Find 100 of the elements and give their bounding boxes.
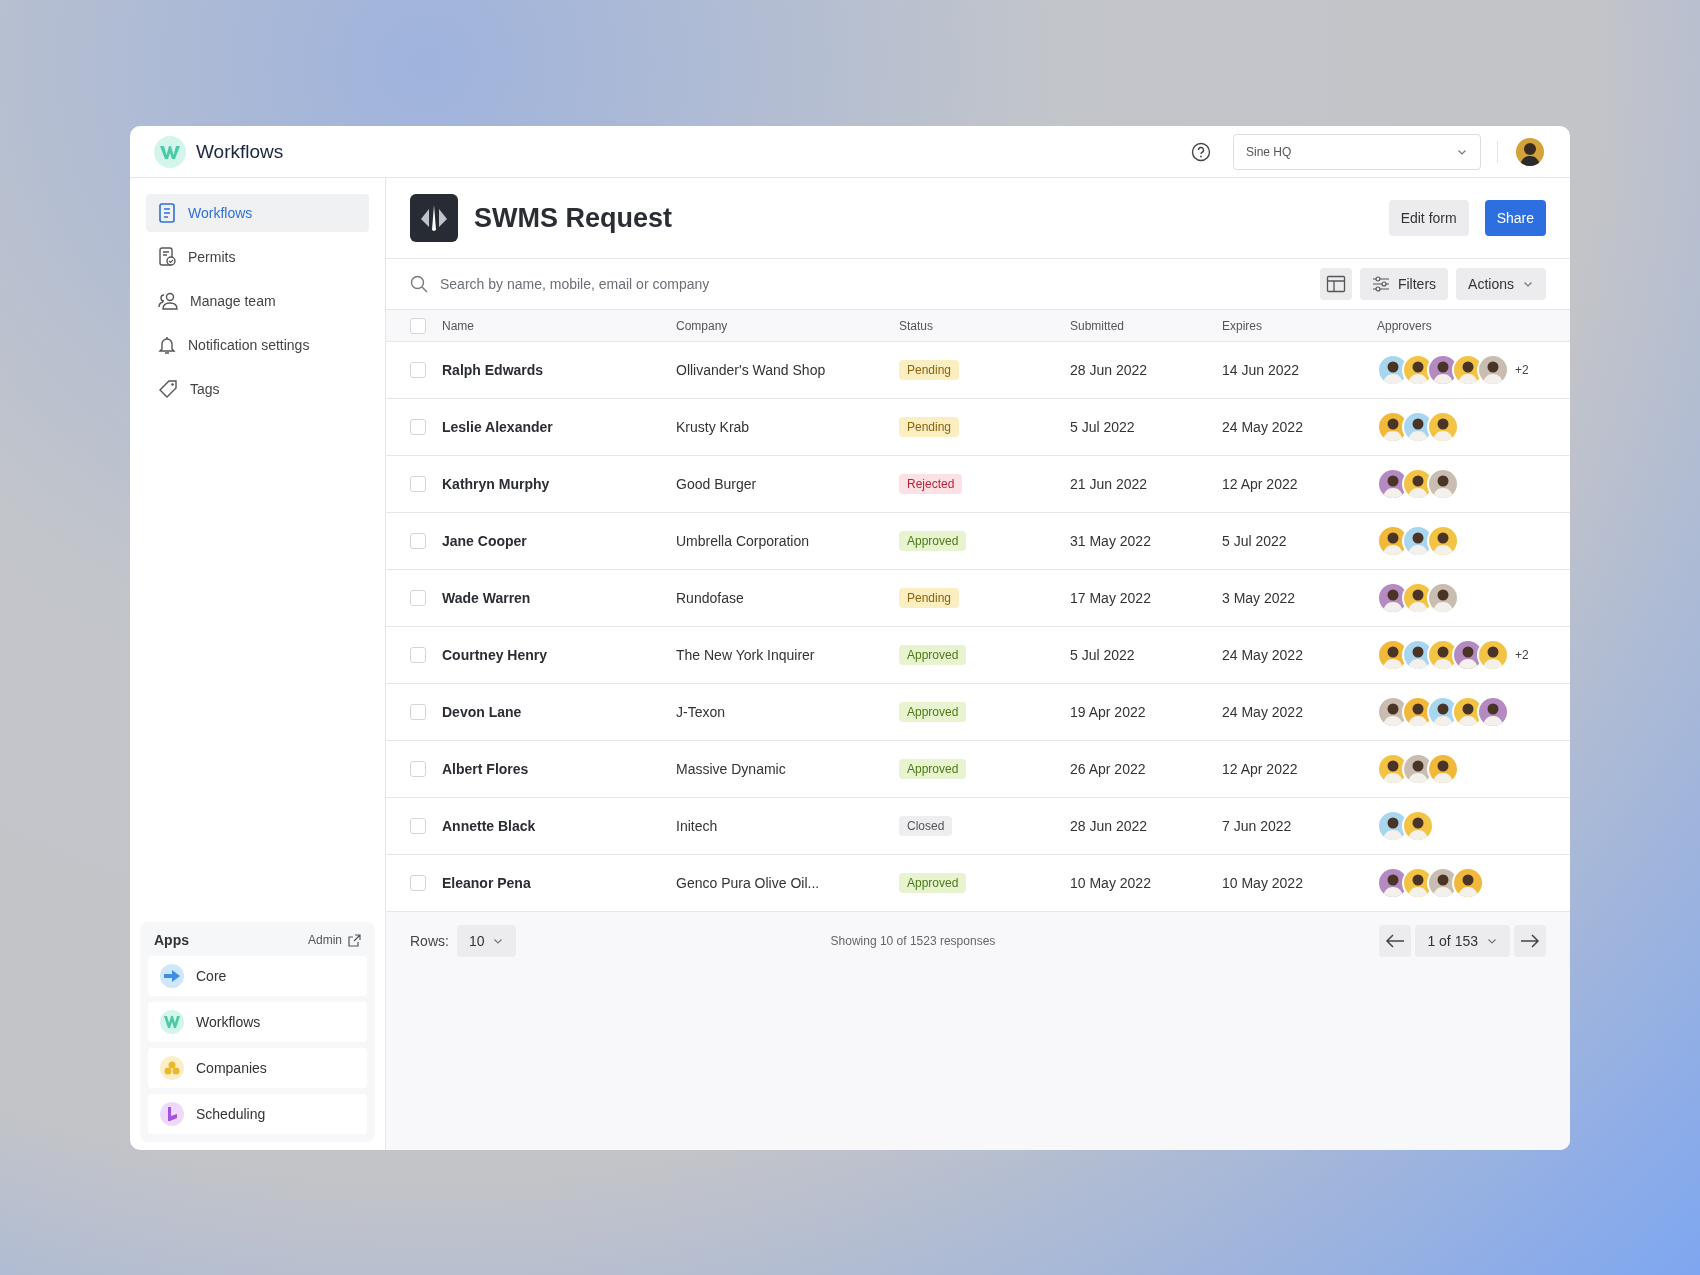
sliders-icon (1371, 276, 1390, 292)
table-cell-text: Genco Pura Olive Oil... (676, 875, 821, 891)
summary-text: Showing 10 of 1523 responses (829, 934, 997, 948)
actions-button[interactable]: Actions (1456, 268, 1546, 300)
column-header: Approvers (1377, 318, 1433, 333)
table-cell-text: 28 Jun 2022 (1070, 362, 1149, 378)
row-checkbox[interactable] (410, 875, 426, 891)
app-item[interactable]: Scheduling (148, 1094, 367, 1134)
table-cell-text: Rundofase (676, 590, 745, 606)
row-checkbox[interactable] (410, 704, 426, 720)
sidebar-item[interactable]: Manage team (146, 282, 369, 320)
document-icon (158, 203, 176, 223)
workspace-select[interactable]: Sine HQ (1233, 133, 1481, 170)
table-cell-text: 24 May 2022 (1222, 419, 1304, 435)
app-item[interactable]: Core (148, 956, 367, 996)
sidebar-item[interactable]: Workflows (146, 194, 369, 232)
row-checkbox[interactable] (410, 419, 426, 435)
table-cell-text: Ollivander's Wand Shop (676, 362, 827, 378)
arrow-left-icon (1385, 933, 1406, 949)
share-button[interactable]: Share (1484, 200, 1546, 236)
table-cell-text: 14 Jun 2022 (1222, 362, 1301, 378)
table-cell-text: J-Texon (676, 704, 727, 720)
permit-icon (158, 247, 176, 267)
table-cell-text: Kathryn Murphy (442, 476, 551, 492)
table-cell-text: 5 Jul 2022 (1222, 533, 1288, 549)
table-cell-text: Annette Black (442, 818, 537, 834)
table-cell-text: Albert Flores (442, 761, 530, 777)
table-cell-text: 7 Jun 2022 (1222, 818, 1293, 834)
select-all-checkbox[interactable] (410, 317, 426, 334)
table-cell-text: Massive Dynamic (676, 761, 787, 777)
table-cell-text: 31 May 2022 (1070, 533, 1152, 549)
row-checkbox[interactable] (410, 476, 426, 492)
status-badge: Rejected (899, 474, 963, 494)
table-cell-text: 5 Jul 2022 (1070, 419, 1136, 435)
previous-button[interactable] (1379, 925, 1412, 957)
form-logo (410, 194, 458, 242)
table-cell-text: 10 May 2022 (1222, 875, 1304, 891)
sidebar-item[interactable]: Permits (146, 238, 369, 276)
arrow-right-icon (1520, 933, 1540, 949)
app-name: Workflows (196, 140, 284, 163)
table-cell-text: 24 May 2022 (1222, 704, 1304, 720)
columns-button[interactable] (1319, 268, 1352, 300)
sidebar-item[interactable]: Notification settings (146, 326, 369, 364)
l-shape-icon (165, 1106, 179, 1122)
table-cell-text: Umbrella Corporation (676, 533, 811, 549)
table-cell-text: Jane Cooper (442, 533, 528, 549)
rows-select[interactable]: 10 (456, 925, 517, 957)
row-checkbox[interactable] (410, 533, 426, 549)
table-cell-text: Devon Lane (442, 704, 523, 720)
page-title: SWMS Request (474, 202, 674, 234)
column-header: Company (676, 318, 729, 333)
arrow-icon (164, 970, 180, 982)
table-cell-text: 12 Apr 2022 (1222, 476, 1299, 492)
next-button[interactable] (1514, 925, 1546, 957)
table-cell-text: 24 May 2022 (1222, 647, 1304, 663)
status-badge: Approved (899, 702, 967, 722)
row-checkbox[interactable] (410, 761, 426, 777)
table-cell-text: 3 May 2022 (1222, 590, 1297, 606)
search-input[interactable]: Search by name, mobile, email or company (438, 275, 1312, 293)
row-checkbox[interactable] (410, 362, 426, 378)
filters-button[interactable]: Filters (1359, 268, 1449, 300)
status-badge: Approved (899, 759, 967, 779)
table-cell-text: 12 Apr 2022 (1222, 761, 1299, 777)
table-cell-text: 21 Jun 2022 (1070, 476, 1149, 492)
row-checkbox[interactable] (410, 590, 426, 606)
bell-icon (158, 335, 176, 355)
app-item[interactable]: Companies (148, 1048, 367, 1088)
status-badge: Approved (899, 531, 967, 551)
table-cell-text: Wade Warren (442, 590, 532, 606)
columns-icon (1325, 274, 1346, 294)
column-header: Expires (1222, 318, 1263, 333)
more-count: +2 (1515, 648, 1529, 662)
admin-link[interactable]: Admin (308, 933, 361, 947)
table-cell-text: Ralph Edwards (442, 362, 545, 378)
external-link-icon (348, 933, 361, 947)
app-item[interactable]: Workflows (148, 1002, 367, 1042)
table-cell-text: Leslie Alexander (442, 419, 554, 435)
table-cell-text: The New York Inquirer (676, 647, 816, 663)
rows-label: Rows: (410, 933, 449, 949)
row-checkbox[interactable] (410, 647, 426, 663)
status-badge: Pending (899, 360, 960, 380)
table-cell-text: Courtney Henry (442, 647, 549, 663)
status-badge: Approved (899, 873, 967, 893)
table-cell-text: Initech (676, 818, 719, 834)
table-cell-text: 17 May 2022 (1070, 590, 1152, 606)
status-badge: Approved (899, 645, 967, 665)
table-cell-text: Good Burger (676, 476, 758, 492)
help-icon[interactable] (1191, 141, 1211, 162)
table-cell-text: 28 Jun 2022 (1070, 818, 1149, 834)
w-logo-icon (164, 1016, 180, 1028)
sidebar-item[interactable]: Tags (146, 370, 369, 408)
edit-button[interactable]: Edit form (1388, 200, 1469, 236)
status-badge: Pending (899, 417, 960, 437)
table-cell-text: Eleanor Pena (442, 875, 532, 891)
status-badge: Pending (899, 588, 960, 608)
page-select[interactable]: 1 of 153 (1415, 925, 1510, 957)
more-count: +2 (1515, 363, 1529, 377)
apps-title: Apps (154, 932, 189, 948)
column-header: Status (899, 318, 935, 333)
row-checkbox[interactable] (410, 818, 426, 834)
